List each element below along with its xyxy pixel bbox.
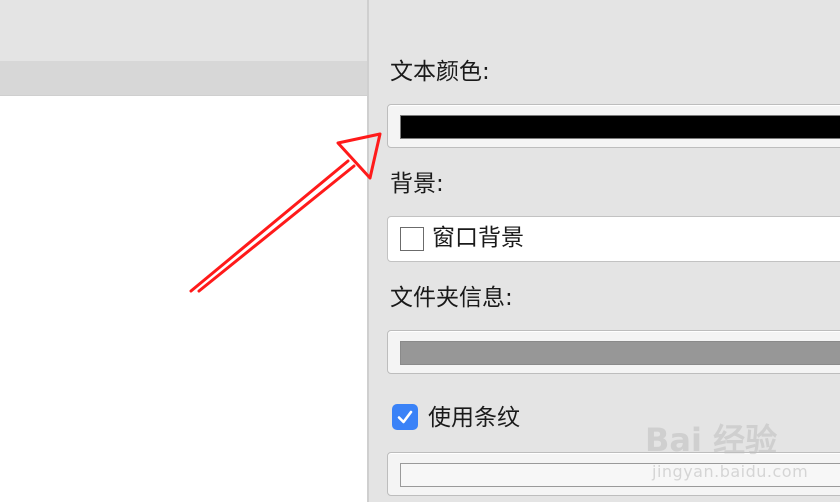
watermark-url: jingyan.baidu.com xyxy=(652,462,809,481)
finder-view-options: 文本颜色: 背景: 窗口背景 文件夹信息: 使用条纹 Bai 经验 jingya… xyxy=(0,0,840,502)
watermark-logo: Bai 经验 xyxy=(645,421,778,459)
